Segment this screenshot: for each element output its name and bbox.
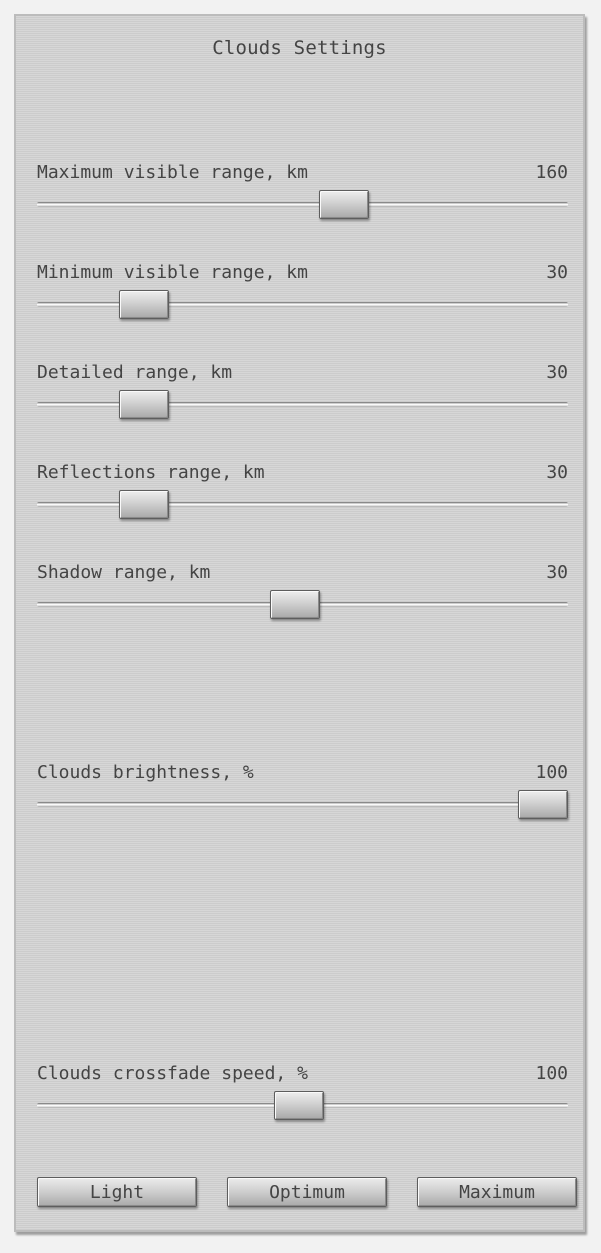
shadow-range-setting: Shadow range, km 30 [16, 562, 583, 622]
max-visible-range-slider-thumb[interactable] [318, 190, 369, 219]
min-visible-range-value: 30 [546, 262, 568, 283]
reflections-range-track[interactable] [37, 502, 568, 507]
clouds-brightness-setting: Clouds brightness, % 100 [16, 762, 583, 822]
detailed-range-track[interactable] [37, 402, 568, 407]
clouds-brightness-track[interactable] [37, 802, 568, 807]
reflections-range-setting: Reflections range, km 30 [16, 462, 583, 522]
shadow-range-slider-thumb[interactable] [270, 590, 321, 619]
clouds-crossfade-speed-setting: Clouds crossfade speed, % 100 [16, 1063, 583, 1123]
reflections-range-label: Reflections range, km [37, 462, 265, 483]
clouds-crossfade-speed-value: 100 [535, 1063, 568, 1084]
reflections-range-value: 30 [546, 462, 568, 483]
clouds-crossfade-speed-label: Clouds crossfade speed, % [37, 1063, 308, 1084]
maximum-preset-button[interactable]: Maximum [417, 1177, 577, 1207]
max-visible-range-value: 160 [535, 162, 568, 183]
shadow-range-value: 30 [546, 562, 568, 583]
clouds-settings-panel: Clouds Settings Maximum visible range, k… [14, 14, 585, 1232]
max-visible-range-label: Maximum visible range, km [37, 162, 308, 183]
detailed-range-value: 30 [546, 362, 568, 383]
detailed-range-setting: Detailed range, km 30 [16, 362, 583, 422]
optimum-preset-button[interactable]: Optimum [227, 1177, 387, 1207]
panel-title: Clouds Settings [212, 37, 387, 59]
clouds-brightness-value: 100 [535, 762, 568, 783]
detailed-range-slider-thumb[interactable] [119, 390, 170, 419]
shadow-range-label: Shadow range, km [37, 562, 211, 583]
detailed-range-label: Detailed range, km [37, 362, 233, 383]
min-visible-range-setting: Minimum visible range, km 30 [16, 262, 583, 322]
min-visible-range-label: Minimum visible range, km [37, 262, 308, 283]
max-visible-range-track[interactable] [37, 202, 568, 207]
clouds-crossfade-speed-slider-thumb[interactable] [273, 1091, 324, 1120]
light-preset-button[interactable]: Light [37, 1177, 197, 1207]
min-visible-range-track[interactable] [37, 302, 568, 307]
clouds-brightness-slider-thumb[interactable] [518, 790, 568, 819]
min-visible-range-slider-thumb[interactable] [119, 290, 170, 319]
reflections-range-slider-thumb[interactable] [119, 490, 170, 519]
clouds-brightness-label: Clouds brightness, % [37, 762, 254, 783]
max-visible-range-setting: Maximum visible range, km 160 [16, 162, 583, 222]
